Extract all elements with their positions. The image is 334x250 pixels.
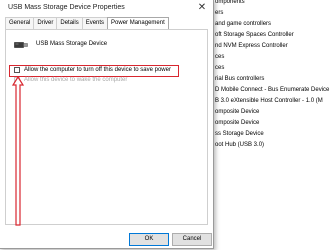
list-item-label: omposite Device (215, 120, 260, 126)
dialog-title: USB Mass Storage Device Properties (8, 4, 125, 11)
power-management-panel: USB Mass Storage Device Allow the comput… (5, 29, 208, 226)
list-item[interactable]: ss Storage Device (210, 129, 334, 140)
close-icon: ✕ (197, 2, 207, 13)
list-item-label: oft Storage Spaces Controller (215, 32, 294, 38)
list-item-label: omponents (215, 0, 245, 5)
list-item-label: ers (215, 10, 224, 16)
list-item-label: rial Bus controllers (215, 76, 265, 82)
list-item[interactable]: oot Hub (USB 3.0) (210, 140, 334, 151)
ok-button[interactable]: OK (129, 233, 169, 246)
list-item-label: ss Storage Device (215, 131, 264, 137)
tab-strip: General Driver Details Events Power Mana… (5, 17, 169, 30)
list-item-label: and game controllers (215, 21, 272, 27)
properties-dialog: USB Mass Storage Device Properties ✕ Gen… (0, 0, 214, 249)
list-item[interactable]: rial Bus controllers (210, 74, 334, 85)
tab-driver[interactable]: Driver (33, 17, 58, 29)
list-item-label: nd NVM Express Controller (215, 43, 288, 49)
tab-general[interactable]: General (5, 17, 35, 29)
list-item-label: ces (215, 54, 225, 60)
list-item[interactable]: omponents (210, 0, 334, 8)
tab-details[interactable]: Details (56, 17, 83, 29)
tab-events[interactable]: Events (81, 17, 109, 29)
close-button[interactable]: ✕ (195, 1, 209, 15)
list-item[interactable]: ers (210, 8, 334, 19)
allow-wake-option: Allow this device to wake the computer (14, 77, 127, 83)
list-item[interactable]: D Mobile Connect - Bus Enumerate Device (210, 85, 334, 96)
list-item[interactable]: omposite Device (210, 118, 334, 129)
title-bar[interactable]: USB Mass Storage Device Properties ✕ (0, 0, 213, 18)
list-item-label: D Mobile Connect - Bus Enumerate Device (215, 87, 330, 93)
arrow-up-icon (12, 76, 24, 226)
list-item[interactable]: oft Storage Spaces Controller (210, 30, 334, 41)
list-item[interactable]: nd NVM Express Controller (210, 41, 334, 52)
list-item[interactable]: ces (210, 63, 334, 74)
list-item-label: B 3.0 eXtensible Host Controller - 1.0 (… (215, 98, 323, 104)
list-item[interactable]: ces (210, 52, 334, 63)
allow-turn-off-label: Allow the computer to turn off this devi… (24, 67, 171, 73)
list-item[interactable]: B 3.0 eXtensible Host Controller - 1.0 (… (210, 96, 334, 107)
allow-turn-off-checkbox[interactable] (14, 67, 20, 73)
list-item-label: oot Hub (USB 3.0) (215, 142, 265, 148)
device-name: USB Mass Storage Device (36, 41, 108, 47)
list-item[interactable]: and game controllers (210, 19, 334, 30)
list-item-label: omposite Device (215, 109, 260, 115)
list-item-label: ces (215, 65, 225, 71)
list-item[interactable]: omposite Device (210, 107, 334, 118)
allow-wake-label: Allow this device to wake the computer (24, 77, 128, 83)
usb-drive-icon (14, 42, 28, 48)
device-manager-list: omponents ers and game controllers oft S… (210, 0, 334, 151)
cancel-button[interactable]: Cancel (172, 233, 212, 246)
allow-turn-off-option[interactable]: Allow the computer to turn off this devi… (14, 67, 171, 73)
